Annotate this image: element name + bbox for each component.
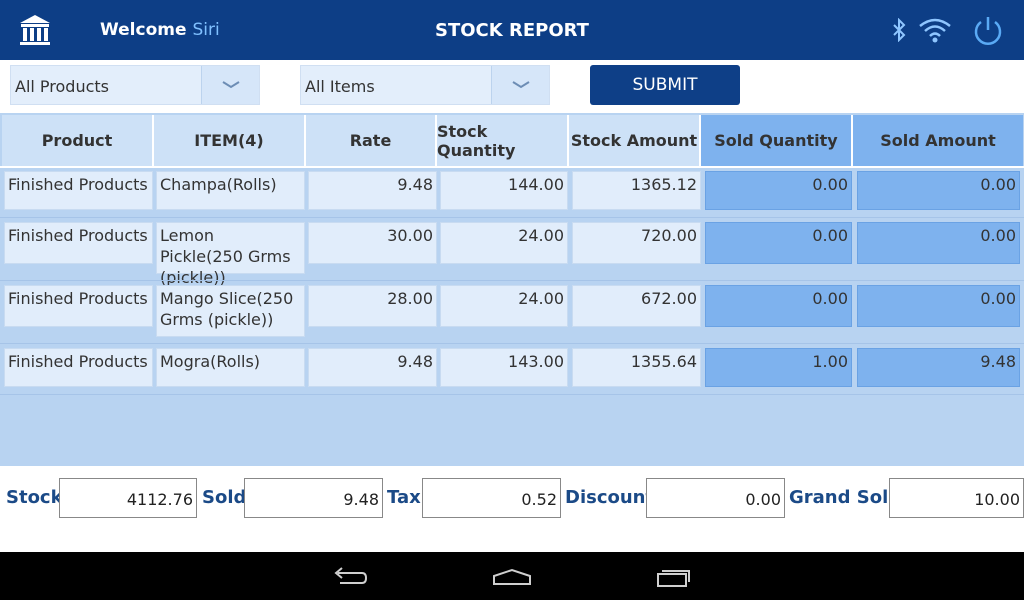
header-divider bbox=[0, 166, 1024, 168]
products-dropdown[interactable]: All Products bbox=[10, 65, 260, 105]
bluetooth-icon bbox=[893, 18, 906, 42]
items-dropdown[interactable]: All Items bbox=[300, 65, 550, 105]
cell-sold-amount: 0.00 bbox=[857, 222, 1020, 264]
sold-total-field[interactable]: 9.48 bbox=[244, 478, 383, 518]
row-divider bbox=[0, 280, 1024, 281]
cell-product: Finished Products bbox=[4, 285, 153, 327]
cell-stock-quantity: 24.00 bbox=[440, 285, 568, 327]
system-nav-bar bbox=[0, 552, 1024, 600]
cell-item: Mango Slice(250 Grms (pickle)) bbox=[156, 285, 305, 337]
cell-stock-quantity: 144.00 bbox=[440, 171, 568, 210]
cell-product: Finished Products bbox=[4, 348, 153, 387]
cell-sold-quantity: 0.00 bbox=[705, 171, 852, 210]
cell-item: Mogra(Rolls) bbox=[156, 348, 305, 387]
discount-field[interactable]: 0.00 bbox=[646, 478, 785, 518]
cell-rate: 28.00 bbox=[308, 285, 437, 327]
items-dropdown-value: All Items bbox=[305, 77, 375, 96]
cell-stock-amount: 1355.64 bbox=[572, 348, 701, 387]
cell-sold-quantity: 0.00 bbox=[705, 222, 852, 264]
recent-apps-icon[interactable] bbox=[656, 566, 692, 588]
tax-field[interactable]: 0.52 bbox=[422, 478, 561, 518]
column-header-product: Product bbox=[2, 115, 154, 166]
cell-rate: 30.00 bbox=[308, 222, 437, 264]
user-name: Siri bbox=[192, 20, 220, 40]
cell-product: Finished Products bbox=[4, 171, 153, 210]
stock-table: Product ITEM(4) Rate Stock Quantity Stoc… bbox=[0, 113, 1024, 466]
welcome-text: Welcome Siri bbox=[100, 20, 220, 40]
cell-stock-amount: 672.00 bbox=[572, 285, 701, 327]
sold-total-label: Sold bbox=[202, 487, 247, 508]
column-header-item: ITEM(4) bbox=[154, 115, 306, 166]
cell-item: Champa(Rolls) bbox=[156, 171, 305, 210]
app-header: Welcome Siri STOCK REPORT bbox=[0, 0, 1024, 60]
cell-product: Finished Products bbox=[4, 222, 153, 264]
cell-rate: 9.48 bbox=[308, 171, 437, 210]
cell-stock-quantity: 143.00 bbox=[440, 348, 568, 387]
welcome-label: Welcome bbox=[100, 20, 187, 40]
cell-sold-quantity: 1.00 bbox=[705, 348, 852, 387]
home-icon[interactable] bbox=[492, 568, 532, 586]
grand-sold-field[interactable]: 10.00 bbox=[889, 478, 1024, 518]
cell-sold-quantity: 0.00 bbox=[705, 285, 852, 327]
cell-stock-amount: 1365.12 bbox=[572, 171, 701, 210]
app-window: Welcome Siri STOCK REPORT All Products A… bbox=[0, 0, 1024, 600]
chevron-down-icon bbox=[222, 81, 240, 89]
back-icon[interactable] bbox=[332, 567, 368, 587]
cell-sold-amount: 9.48 bbox=[857, 348, 1020, 387]
bank-home-icon[interactable] bbox=[18, 13, 52, 47]
column-header-stock-quantity: Stock Quantity bbox=[437, 115, 569, 166]
cell-stock-quantity: 24.00 bbox=[440, 222, 568, 264]
column-header-sold-amount: Sold Amount bbox=[853, 115, 1023, 166]
power-icon[interactable] bbox=[970, 13, 1006, 49]
discount-label: Discount bbox=[565, 487, 655, 508]
column-header-stock-amount: Stock Amount bbox=[569, 115, 701, 166]
stock-total-field[interactable]: 4112.76 bbox=[59, 478, 197, 518]
cell-stock-amount: 720.00 bbox=[572, 222, 701, 264]
chevron-down-icon bbox=[512, 81, 530, 89]
row-divider bbox=[0, 394, 1024, 395]
cell-sold-amount: 0.00 bbox=[857, 171, 1020, 210]
products-dropdown-button[interactable] bbox=[201, 66, 259, 104]
column-header-sold-quantity: Sold Quantity bbox=[701, 115, 853, 166]
page-title: STOCK REPORT bbox=[435, 20, 589, 41]
wifi-icon bbox=[919, 18, 951, 43]
items-dropdown-button[interactable] bbox=[491, 66, 549, 104]
products-dropdown-value: All Products bbox=[15, 77, 110, 96]
cell-rate: 9.48 bbox=[308, 348, 437, 387]
stock-total-label: Stock bbox=[6, 487, 63, 508]
submit-button[interactable]: SUBMIT bbox=[590, 65, 740, 105]
cell-sold-amount: 0.00 bbox=[857, 285, 1020, 327]
column-header-rate: Rate bbox=[306, 115, 437, 166]
cell-item: Lemon Pickle(250 Grms (pickle)) bbox=[156, 222, 305, 287]
tax-label: Tax bbox=[387, 487, 421, 508]
row-divider bbox=[0, 217, 1024, 218]
grand-sold-label: Grand Sold bbox=[789, 487, 902, 508]
row-divider bbox=[0, 343, 1024, 344]
